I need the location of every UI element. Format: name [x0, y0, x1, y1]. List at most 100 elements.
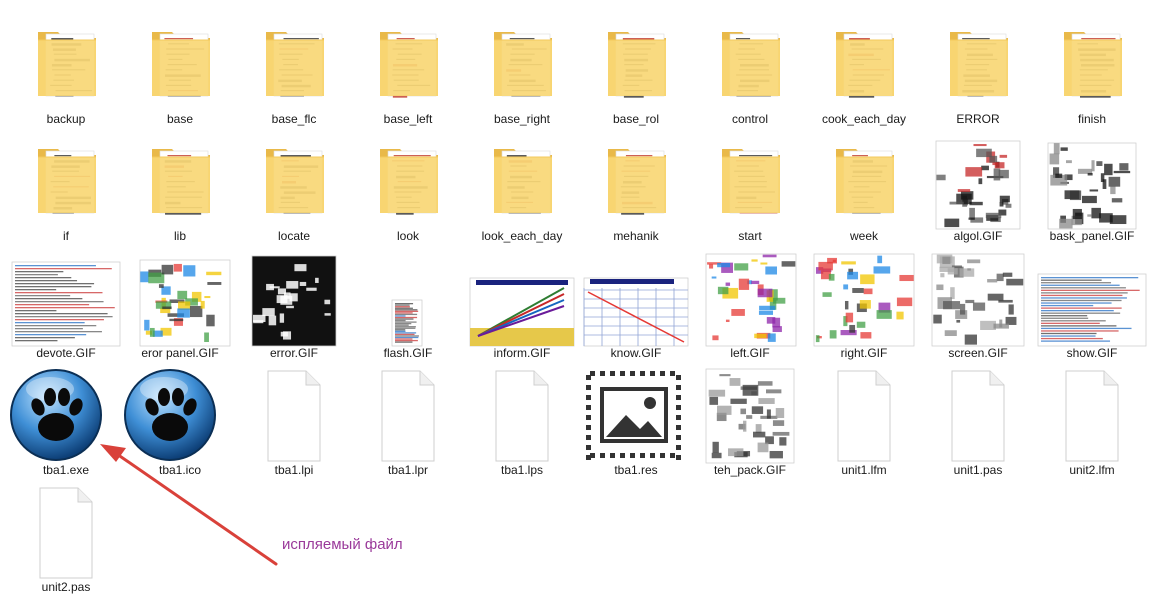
file-item-look[interactable]: look	[352, 133, 464, 249]
file-name: unit1.pas	[953, 463, 1003, 477]
file-name: unit1.lfm	[841, 463, 887, 477]
blank-file-icon	[10, 484, 122, 580]
file-name: cook_each_day	[821, 112, 907, 126]
file-item-tba1-lps[interactable]: tba1.lps	[466, 367, 578, 483]
file-name: start	[738, 229, 762, 243]
file-item-unit2-pas[interactable]: unit2.pas	[10, 484, 122, 600]
file-item-look-each-day[interactable]: look_each_day	[466, 133, 578, 249]
file-item-inform-gif[interactable]: inform.GIF	[466, 250, 578, 366]
file-item-control[interactable]: control	[694, 16, 806, 132]
file-name: algol.GIF	[953, 229, 1003, 243]
file-item-base-rol[interactable]: base_rol	[580, 16, 692, 132]
file-name: tba1.lps	[500, 463, 544, 477]
file-item-week[interactable]: week	[808, 133, 920, 249]
file-name: know.GIF	[610, 346, 662, 360]
file-item-bask-panel-gif[interactable]: bask_panel.GIF	[1036, 133, 1148, 249]
file-item-base-flc[interactable]: base_flc	[238, 16, 350, 132]
file-item-teh-pack-gif[interactable]: teh_pack.GIF	[694, 367, 806, 483]
folder-icon	[352, 16, 464, 112]
file-item-right-gif[interactable]: right.GIF	[808, 250, 920, 366]
file-item-unit1-lfm[interactable]: unit1.lfm	[808, 367, 920, 483]
paw-app-icon	[124, 367, 236, 463]
image-thumbnail-icon	[808, 250, 920, 347]
file-name: inform.GIF	[493, 346, 551, 360]
folder-icon	[352, 133, 464, 229]
annotation-label: испляемый файл	[282, 536, 403, 553]
file-item-show-gif[interactable]: show.GIF	[1036, 250, 1148, 366]
file-item-if[interactable]: if	[10, 133, 122, 249]
file-item-base-right[interactable]: base_right	[466, 16, 578, 132]
file-name: tba1.ico	[158, 463, 202, 477]
file-item-tba1-exe[interactable]: tba1.exe	[10, 367, 122, 483]
paw-app-icon	[10, 367, 122, 463]
file-item-error-folder[interactable]: ERROR	[922, 16, 1034, 132]
image-file-icon	[580, 367, 692, 463]
file-name: locate	[277, 229, 311, 243]
folder-icon	[808, 16, 920, 112]
file-item-backup[interactable]: backup	[10, 16, 122, 132]
file-item-start[interactable]: start	[694, 133, 806, 249]
file-item-tba1-ico[interactable]: tba1.ico	[124, 367, 236, 483]
file-item-tba1-lpr[interactable]: tba1.lpr	[352, 367, 464, 483]
blank-file-icon	[466, 367, 578, 463]
folder-icon	[124, 133, 236, 229]
file-name: tba1.lpi	[274, 463, 314, 477]
folder-icon	[1036, 16, 1148, 112]
file-name: base_left	[383, 112, 433, 126]
file-item-devote-gif[interactable]: devote.GIF	[10, 250, 122, 366]
file-item-screen-gif[interactable]: screen.GIF	[922, 250, 1034, 366]
file-name: base_right	[493, 112, 551, 126]
folder-icon	[580, 16, 692, 112]
image-thumbnail-icon	[694, 250, 806, 347]
file-item-eror-panel-gif[interactable]: eror panel.GIF	[124, 250, 236, 366]
folder-icon	[124, 16, 236, 112]
file-item-algol-gif[interactable]: algol.GIF	[922, 133, 1034, 249]
folder-icon	[466, 16, 578, 112]
image-thumbnail-icon	[580, 250, 692, 347]
image-thumbnail-icon	[466, 250, 578, 347]
file-name: tba1.lpr	[387, 463, 429, 477]
file-item-know-gif[interactable]: know.GIF	[580, 250, 692, 366]
file-name: eror panel.GIF	[141, 346, 219, 360]
file-item-unit1-pas[interactable]: unit1.pas	[922, 367, 1034, 483]
file-name: unit2.pas	[41, 580, 91, 594]
file-name: finish	[1077, 112, 1106, 126]
image-thumbnail-icon	[352, 250, 464, 347]
file-name: right.GIF	[840, 346, 888, 360]
file-name: teh_pack.GIF	[713, 463, 787, 477]
file-item-base[interactable]: base	[124, 16, 236, 132]
image-thumbnail-icon	[922, 133, 1034, 230]
file-name: unit2.lfm	[1069, 463, 1115, 477]
file-name: week	[849, 229, 878, 243]
file-item-unit2-lfm[interactable]: unit2.lfm	[1036, 367, 1148, 483]
folder-icon	[238, 16, 350, 112]
image-thumbnail-icon	[922, 250, 1034, 347]
file-item-lib[interactable]: lib	[124, 133, 236, 249]
file-name: error.GIF	[269, 346, 318, 360]
file-item-base-left[interactable]: base_left	[352, 16, 464, 132]
image-thumbnail-icon	[694, 367, 806, 464]
file-item-locate[interactable]: locate	[238, 133, 350, 249]
file-item-mehanik[interactable]: mehanik	[580, 133, 692, 249]
image-thumbnail-icon	[1036, 250, 1148, 347]
file-item-error-gif[interactable]: error.GIF	[238, 250, 350, 366]
file-item-finish[interactable]: finish	[1036, 16, 1148, 132]
folder-icon	[922, 16, 1034, 112]
file-item-tba1-lpi[interactable]: tba1.lpi	[238, 367, 350, 483]
folder-icon	[580, 133, 692, 229]
file-name: bask_panel.GIF	[1049, 229, 1135, 243]
file-item-tba1-res[interactable]: tba1.res	[580, 367, 692, 483]
file-item-left-gif[interactable]: left.GIF	[694, 250, 806, 366]
file-item-flash-gif[interactable]: flash.GIF	[352, 250, 464, 366]
file-name: devote.GIF	[36, 346, 96, 360]
image-thumbnail-icon	[1036, 133, 1148, 230]
file-name: look	[396, 229, 419, 243]
file-name: flash.GIF	[383, 346, 433, 360]
file-item-cook-each-day[interactable]: cook_each_day	[808, 16, 920, 132]
file-name: tba1.res	[614, 463, 658, 477]
file-name: base_flc	[271, 112, 317, 126]
file-name: look_each_day	[481, 229, 563, 243]
file-name: base	[166, 112, 194, 126]
file-name: show.GIF	[1066, 346, 1118, 360]
folder-icon	[238, 133, 350, 229]
